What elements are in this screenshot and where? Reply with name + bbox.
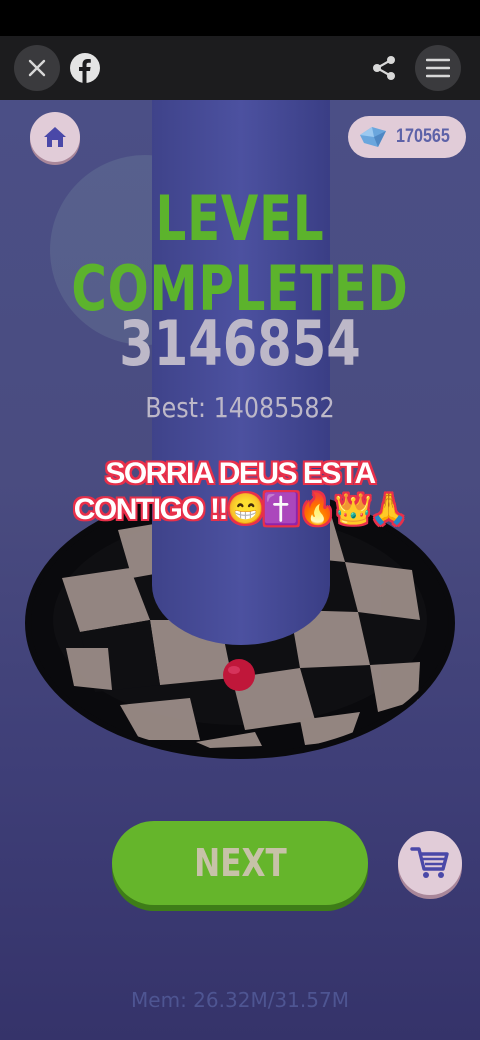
close-button[interactable]	[14, 45, 60, 91]
facebook-button[interactable]	[65, 48, 105, 88]
shop-button[interactable]	[398, 831, 462, 895]
browser-toolbar	[0, 36, 480, 100]
memory-readout: Mem: 26.32M/31.57M	[131, 988, 349, 1012]
gem-count: 170565	[396, 126, 450, 147]
ball	[223, 659, 255, 691]
menu-button[interactable]	[415, 45, 461, 91]
gem-icon	[360, 127, 386, 147]
share-icon	[373, 56, 395, 80]
home-icon	[44, 127, 66, 147]
share-button[interactable]	[364, 48, 404, 88]
home-button[interactable]	[30, 112, 80, 162]
status-bar	[0, 0, 480, 36]
game-canvas: 170565 LEVEL COMPLETED 3146854 Best: 140…	[0, 100, 480, 1040]
next-button-label: NEXT	[193, 841, 287, 885]
shopping-cart-icon	[410, 847, 449, 878]
hamburger-menu-icon	[426, 58, 450, 78]
close-icon	[28, 59, 46, 77]
best-score: Best: 14085582	[145, 391, 335, 424]
gem-counter: 170565	[348, 116, 466, 158]
next-button[interactable]: NEXT	[112, 821, 368, 905]
video-caption: SORRIA DEUS ESTA CONTIGO !!😁✝️🔥👑🙏	[73, 457, 408, 526]
score: 3146854	[119, 307, 361, 380]
facebook-icon	[70, 53, 100, 83]
level-completed-title: LEVEL COMPLETED	[71, 182, 409, 325]
